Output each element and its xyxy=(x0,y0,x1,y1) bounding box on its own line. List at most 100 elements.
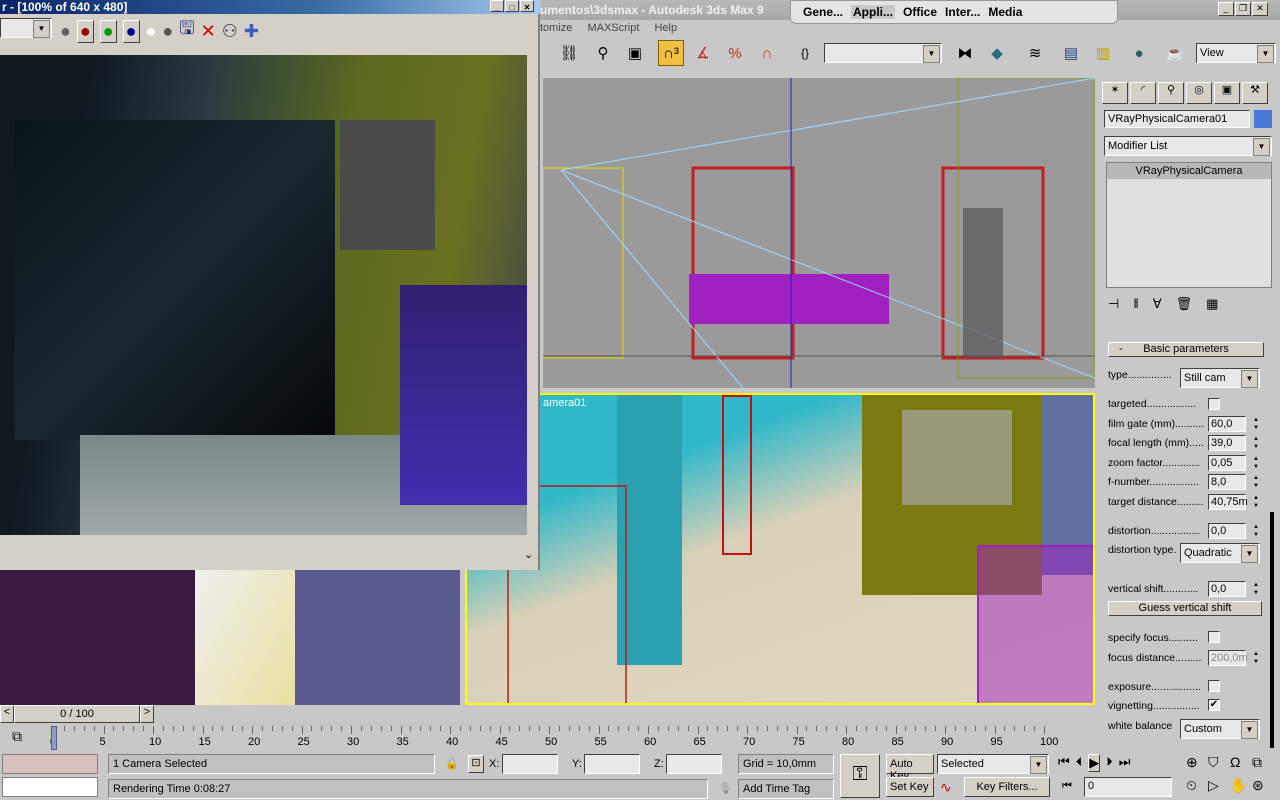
render-shelf-icon[interactable]: ▣ xyxy=(622,40,648,66)
add-time-tag-button[interactable]: Add Time Tag xyxy=(738,779,834,799)
stack-item[interactable]: VRayPhysicalCamera xyxy=(1107,163,1271,179)
tab-media[interactable]: Media xyxy=(988,5,1022,19)
hierarchy-tab-icon[interactable]: ⚲ xyxy=(1158,82,1184,104)
configure-sets-icon[interactable]: ▦ xyxy=(1206,296,1218,312)
clear-icon[interactable]: ✕ xyxy=(201,21,216,42)
spinner-arrows-icon[interactable]: ▲ ▼ xyxy=(1252,416,1260,432)
exposure-checkbox[interactable] xyxy=(1208,680,1220,692)
expand-icon[interactable]: ⌄ xyxy=(524,548,533,561)
tracking-icon[interactable]: ⚇ xyxy=(222,21,238,42)
focal-length-spinner[interactable]: 39,0 xyxy=(1208,435,1246,451)
minimize-button[interactable]: _ xyxy=(1218,2,1234,16)
rollout-toggle[interactable]: - xyxy=(1119,343,1123,355)
percent-snap-icon[interactable]: % xyxy=(722,40,748,66)
spinner-arrows-icon[interactable]: ▲ ▼ xyxy=(1252,650,1260,666)
trackbar-toggle-icon[interactable]: ⧉ xyxy=(12,728,22,745)
key-mode-dropdown[interactable]: Selected xyxy=(937,754,1049,774)
trackbar[interactable]: 0510152025303540455055606570758085909510… xyxy=(50,726,1058,752)
utilities-tab-icon[interactable]: ⚒ xyxy=(1242,82,1268,104)
target-distance-spinner[interactable]: 40,75m xyxy=(1208,494,1248,510)
curve-editor-icon[interactable]: ▤ xyxy=(1058,40,1084,66)
spinner-arrows-icon[interactable]: ▲ ▼ xyxy=(1252,581,1260,597)
make-unique-icon[interactable]: ∀ xyxy=(1153,296,1162,312)
time-config-icon[interactable]: ⏲ xyxy=(1186,777,1208,794)
previous-frame-icon[interactable]: ⏴ xyxy=(1076,754,1083,772)
viewport-camera[interactable]: amera01 xyxy=(465,393,1095,705)
spinner-arrows-icon[interactable]: ▲ ▼ xyxy=(1252,455,1260,471)
tab-applications[interactable]: Appli... xyxy=(851,5,896,19)
named-selection-dropdown[interactable] xyxy=(824,43,942,63)
zoom-icon[interactable]: ⊕ xyxy=(1186,754,1208,771)
show-end-result-icon[interactable]: ‖ xyxy=(1133,296,1138,312)
named-selection-icon[interactable]: {} xyxy=(792,40,818,66)
red-channel-icon[interactable]: ● xyxy=(76,19,94,43)
spinner-arrows-icon[interactable]: ▲ ▼ xyxy=(1252,435,1260,451)
current-frame-field[interactable]: 0 xyxy=(1084,777,1172,797)
go-to-end-icon[interactable]: ⏭ xyxy=(1119,754,1131,772)
rollout-header[interactable]: - Basic parameters xyxy=(1108,342,1264,357)
selection-lock-icon[interactable]: 🔒 xyxy=(445,757,459,770)
go-to-start-icon[interactable]: ⏮ xyxy=(1058,754,1070,772)
key-filters-button[interactable]: Key Filters... xyxy=(964,777,1050,797)
motion-tab-icon[interactable]: ◎ xyxy=(1186,82,1212,104)
zoom-all-icon[interactable]: ⛉ xyxy=(1208,754,1230,771)
mirror-icon[interactable]: ⧓ xyxy=(952,40,978,66)
object-name-field[interactable]: VRayPhysicalCamera01 xyxy=(1104,110,1250,128)
time-cursor[interactable] xyxy=(51,726,57,750)
absolute-mode-icon[interactable]: ⊡ xyxy=(468,755,484,773)
monochrome-icon[interactable]: ● xyxy=(162,21,173,42)
pan-icon[interactable]: ✋ xyxy=(1230,777,1252,794)
material-editor-icon[interactable]: ● xyxy=(1126,40,1152,66)
pick-region-icon[interactable]: ✚ xyxy=(244,21,259,42)
alpha-channel-icon[interactable]: ● xyxy=(146,21,157,42)
next-frame-icon[interactable]: ⏵ xyxy=(1106,754,1113,772)
viewport-left[interactable] xyxy=(0,570,460,705)
auto-key-button[interactable]: Auto Key xyxy=(886,754,934,782)
maxscript-listener-mini[interactable] xyxy=(2,754,98,774)
layers-icon[interactable]: ≋ xyxy=(1022,40,1048,66)
modifier-list-dropdown[interactable]: Modifier List xyxy=(1104,136,1272,156)
vignetting-checkbox[interactable]: ✔ xyxy=(1208,699,1220,711)
tab-general[interactable]: Gene... xyxy=(803,5,843,19)
minimize-button[interactable]: _ xyxy=(490,0,504,12)
guess-vertical-shift-button[interactable]: Guess vertical shift xyxy=(1108,601,1262,616)
close-button[interactable]: ✕ xyxy=(520,0,534,12)
panel-scrollbar[interactable] xyxy=(1270,512,1274,748)
y-coordinate-field[interactable] xyxy=(584,754,640,774)
align-icon[interactable]: ◆ xyxy=(984,40,1010,66)
key-mode-toggle-icon[interactable]: ⏮ xyxy=(1062,780,1072,793)
display-tab-icon[interactable]: ▣ xyxy=(1214,82,1240,104)
schematic-view-icon[interactable]: ▥ xyxy=(1090,40,1116,66)
save-icon[interactable]: 🖫 xyxy=(179,16,194,46)
spinner-snap-icon[interactable]: ∩ xyxy=(754,40,780,66)
channel-dropdown[interactable] xyxy=(0,18,52,38)
set-key-button[interactable]: Set Key xyxy=(886,777,934,797)
vertical-shift-spinner[interactable]: 0,0 xyxy=(1208,581,1246,597)
menu-customize[interactable]: tomize xyxy=(540,22,572,34)
targeted-checkbox[interactable] xyxy=(1208,398,1220,410)
render-scene-icon[interactable]: ☕ xyxy=(1162,40,1188,66)
prev-frame-button[interactable]: < xyxy=(0,705,14,723)
arc-rotate-icon[interactable]: ⊛ xyxy=(1252,777,1274,794)
green-channel-icon[interactable]: ● xyxy=(99,19,117,43)
modify-tab-icon[interactable]: ◜ xyxy=(1130,82,1156,104)
zoom-factor-spinner[interactable]: 0,05 xyxy=(1208,455,1246,471)
snap-3d-icon[interactable]: ∩³ xyxy=(658,40,684,66)
spinner-arrows-icon[interactable]: ▲ ▼ xyxy=(1252,523,1260,539)
spinner-arrows-icon[interactable]: ▲ ▼ xyxy=(1252,494,1260,510)
menu-help[interactable]: Help xyxy=(655,22,678,34)
x-coordinate-field[interactable] xyxy=(502,754,558,774)
pin-stack-icon[interactable]: ⊣ xyxy=(1108,296,1119,312)
viewport-front[interactable] xyxy=(543,78,1095,388)
reference-coord-dropdown[interactable]: View xyxy=(1196,43,1276,63)
play-icon[interactable]: ▶ xyxy=(1088,754,1101,772)
object-color-swatch[interactable] xyxy=(1254,110,1272,128)
set-key-icon[interactable]: ⚿ xyxy=(840,754,880,798)
maximize-button[interactable]: □ xyxy=(505,0,519,12)
close-button[interactable]: ✕ xyxy=(1252,2,1268,16)
focus-distance-spinner[interactable]: 200,0m xyxy=(1208,650,1248,666)
type-dropdown[interactable]: Still cam xyxy=(1180,368,1260,388)
maxscript-input[interactable] xyxy=(2,777,98,797)
white-balance-dropdown[interactable]: Custom xyxy=(1180,719,1260,739)
angle-snap-icon[interactable]: ∡ xyxy=(690,40,716,66)
